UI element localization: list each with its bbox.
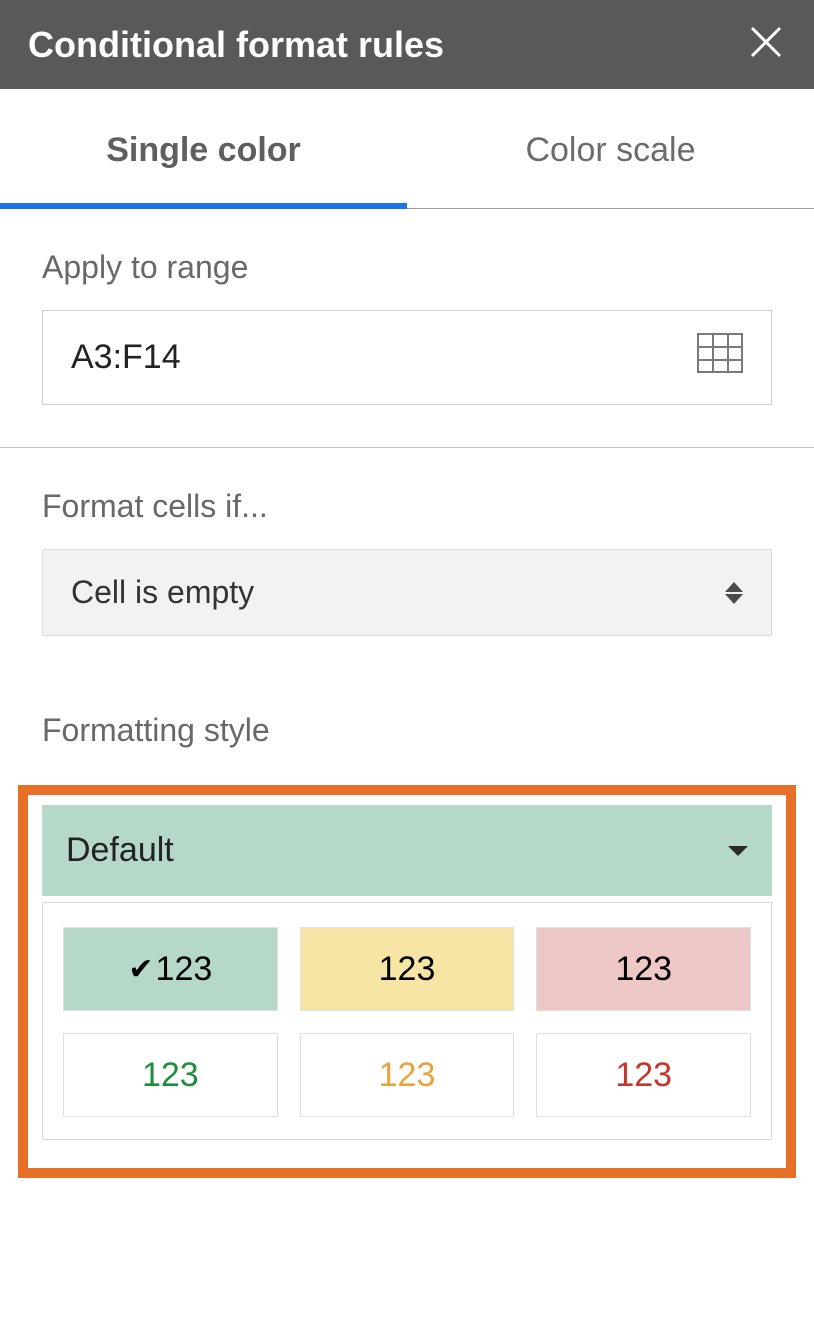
condition-select[interactable]: Cell is empty bbox=[42, 549, 772, 636]
style-section: Formatting style bbox=[0, 672, 814, 785]
swatch-green-bg[interactable]: ✔ 123 bbox=[63, 927, 278, 1011]
style-default-select[interactable]: Default bbox=[42, 805, 772, 896]
condition-value: Cell is empty bbox=[71, 574, 254, 611]
select-arrows-icon bbox=[725, 582, 743, 604]
swatch-text: 123 bbox=[156, 950, 213, 989]
condition-label: Format cells if... bbox=[42, 488, 772, 525]
check-icon: ✔ bbox=[128, 952, 153, 987]
tab-color-scale[interactable]: Color scale bbox=[407, 89, 814, 208]
swatch-yellow-text[interactable]: 123 bbox=[300, 1033, 515, 1117]
tab-single-color[interactable]: Single color bbox=[0, 89, 407, 208]
swatch-text: 123 bbox=[615, 950, 672, 989]
chevron-down-icon bbox=[728, 846, 748, 856]
swatch-row-2: 123 123 123 bbox=[63, 1033, 751, 1117]
panel-header: Conditional format rules bbox=[0, 0, 814, 89]
panel-title: Conditional format rules bbox=[28, 24, 444, 66]
range-value: A3:F14 bbox=[71, 338, 181, 377]
range-section: Apply to range A3:F14 bbox=[0, 209, 814, 441]
range-input[interactable]: A3:F14 bbox=[42, 310, 772, 405]
swatch-text: 123 bbox=[379, 950, 436, 989]
swatch-red-text[interactable]: 123 bbox=[536, 1033, 751, 1117]
range-label: Apply to range bbox=[42, 249, 772, 286]
style-default-label: Default bbox=[66, 831, 174, 870]
swatch-green-text[interactable]: 123 bbox=[63, 1033, 278, 1117]
swatch-red-bg[interactable]: 123 bbox=[536, 927, 751, 1011]
tab-bar: Single color Color scale bbox=[0, 89, 814, 209]
swatch-yellow-bg[interactable]: 123 bbox=[300, 927, 515, 1011]
swatch-text: 123 bbox=[379, 1056, 436, 1095]
style-label: Formatting style bbox=[42, 712, 772, 749]
grid-icon[interactable] bbox=[697, 333, 743, 382]
style-swatch-dropdown: ✔ 123 123 123 123 123 123 bbox=[42, 902, 772, 1140]
condition-section: Format cells if... Cell is empty bbox=[0, 448, 814, 672]
swatch-text: 123 bbox=[615, 1056, 672, 1095]
swatch-text: 123 bbox=[142, 1056, 199, 1095]
style-highlight-box: Default ✔ 123 123 123 123 123 123 bbox=[18, 785, 796, 1178]
swatch-row-1: ✔ 123 123 123 bbox=[63, 927, 751, 1011]
close-icon[interactable] bbox=[746, 22, 786, 67]
